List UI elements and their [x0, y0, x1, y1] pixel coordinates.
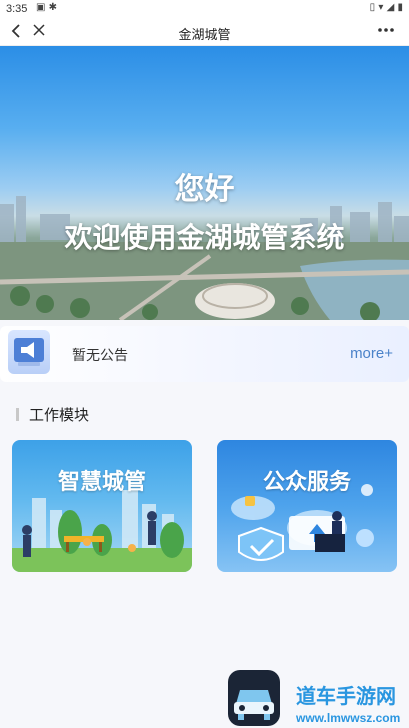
page-title: 金湖城管 — [178, 28, 231, 43]
status-bar: 3:35 ▣ ✱ ▯ ▾ ◢ ▮ — [0, 0, 409, 18]
announcement-text: 暂无公告 — [72, 348, 128, 364]
image-icon: ▣ — [36, 2, 46, 13]
module-label: 智慧城管 — [57, 470, 146, 495]
status-notification-icons: ▣ ✱ — [36, 2, 57, 13]
watermark: 道车手游网 www.lmwwsz.com — [296, 680, 408, 725]
status-time: 3:35 — [6, 3, 28, 15]
wifi-icon: ▾ — [378, 2, 384, 13]
more-icon[interactable] — [377, 20, 395, 45]
watermark-car-logo-icon — [228, 670, 280, 726]
section-marker — [16, 408, 19, 421]
status-system-icons: ▯ ▾ ◢ ▮ — [370, 2, 403, 13]
vibrate-icon: ▯ — [369, 2, 376, 13]
module-label: 公众服务 — [263, 470, 352, 495]
smart-city-illustration — [12, 490, 192, 572]
section-title: 工作模块 — [16, 404, 89, 425]
section-title-text: 工作模块 — [29, 406, 90, 424]
banner-greeting: 您好 — [174, 172, 235, 207]
public-service-illustration — [231, 484, 374, 561]
watermark-url: www.lmwwsz.com — [296, 711, 401, 725]
hero-banner: 您好 欢迎使用金湖城管系统 — [0, 46, 409, 320]
watermark-title: 道车手游网 — [296, 684, 396, 708]
battery-icon: ▮ — [397, 2, 403, 13]
banner-welcome-text: 欢迎使用金湖城管系统 — [64, 221, 345, 254]
announcement-bar: 暂无公告 more+ — [0, 326, 409, 382]
megaphone-icon — [8, 330, 50, 374]
bug-icon: ✱ — [48, 2, 58, 13]
module-card-smart-city[interactable]: 智慧城管 — [12, 440, 192, 572]
module-card-public-service[interactable]: 公众服务 — [217, 440, 397, 572]
signal-icon: ◢ — [386, 2, 395, 13]
nav-bar: 金湖城管 — [0, 18, 409, 46]
announcement-more-link[interactable]: more+ — [350, 345, 393, 362]
